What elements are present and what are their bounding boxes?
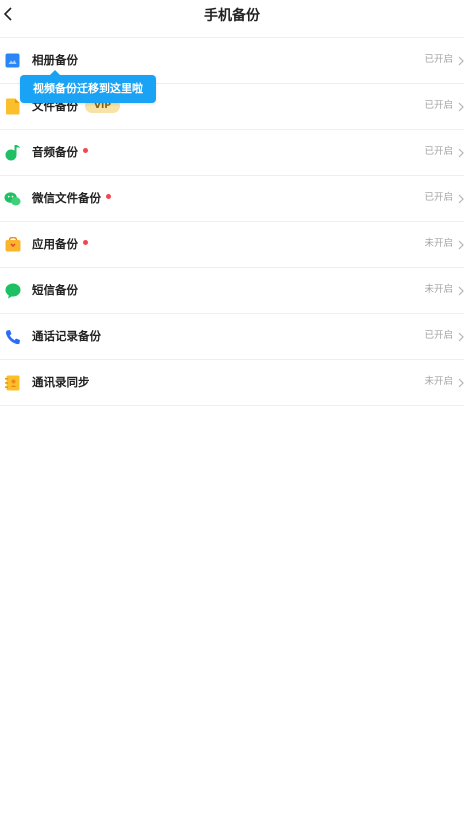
status-text: 未开启	[424, 376, 453, 387]
header: 手机备份	[0, 0, 464, 30]
chevron-right-icon	[458, 237, 464, 251]
list-item-app-backup[interactable]: 应用备份 未开启	[0, 222, 464, 268]
list-item-audio-backup[interactable]: 音频备份 已开启	[0, 130, 464, 176]
list-item-sms-backup[interactable]: 短信备份 未开启	[0, 268, 464, 314]
list-item-wechat-backup[interactable]: 微信文件备份 已开启	[0, 176, 464, 222]
sms-icon	[4, 282, 21, 299]
chevron-right-icon	[458, 191, 464, 205]
album-icon	[4, 52, 21, 69]
new-dot	[83, 239, 88, 245]
status-text: 未开启	[424, 284, 453, 295]
status-text: 已开启	[424, 192, 453, 203]
phone-backup-page: 手机备份 相册备份 已开启 文件备份 VIP 已开启 音频备份 已开启 微信文件…	[0, 0, 464, 813]
new-dot	[83, 147, 88, 153]
status-text: 已开启	[424, 146, 453, 157]
migration-tooltip[interactable]: 视频备份迁移到这里啦	[20, 75, 156, 103]
music-icon	[4, 144, 21, 161]
item-label: 应用备份	[32, 237, 78, 251]
chevron-right-icon	[458, 145, 464, 159]
wechat-icon	[4, 190, 21, 207]
status-text: 已开启	[424, 54, 453, 65]
status-text: 未开启	[424, 238, 453, 249]
item-label: 短信备份	[32, 283, 78, 297]
item-label: 微信文件备份	[32, 191, 101, 205]
chevron-right-icon	[458, 99, 464, 113]
page-title: 手机备份	[204, 8, 260, 24]
chevron-right-icon	[458, 375, 464, 389]
chevron-right-icon	[458, 329, 464, 343]
file-icon	[4, 98, 21, 115]
phone-icon	[4, 328, 21, 345]
item-label: 通讯录同步	[32, 375, 90, 389]
list-item-call-log-backup[interactable]: 通话记录备份 已开启	[0, 314, 464, 360]
status-text: 已开启	[424, 100, 453, 111]
item-label: 相册备份	[32, 53, 78, 67]
new-dot	[106, 193, 111, 199]
item-label: 音频备份	[32, 145, 78, 159]
chevron-right-icon	[458, 53, 464, 67]
status-text: 已开启	[424, 330, 453, 341]
contacts-icon	[4, 374, 21, 391]
chevron-right-icon	[458, 283, 464, 297]
app-icon	[4, 236, 21, 253]
list-item-contacts-sync[interactable]: 通讯录同步 未开启	[0, 360, 464, 406]
item-label: 通话记录备份	[32, 329, 101, 343]
